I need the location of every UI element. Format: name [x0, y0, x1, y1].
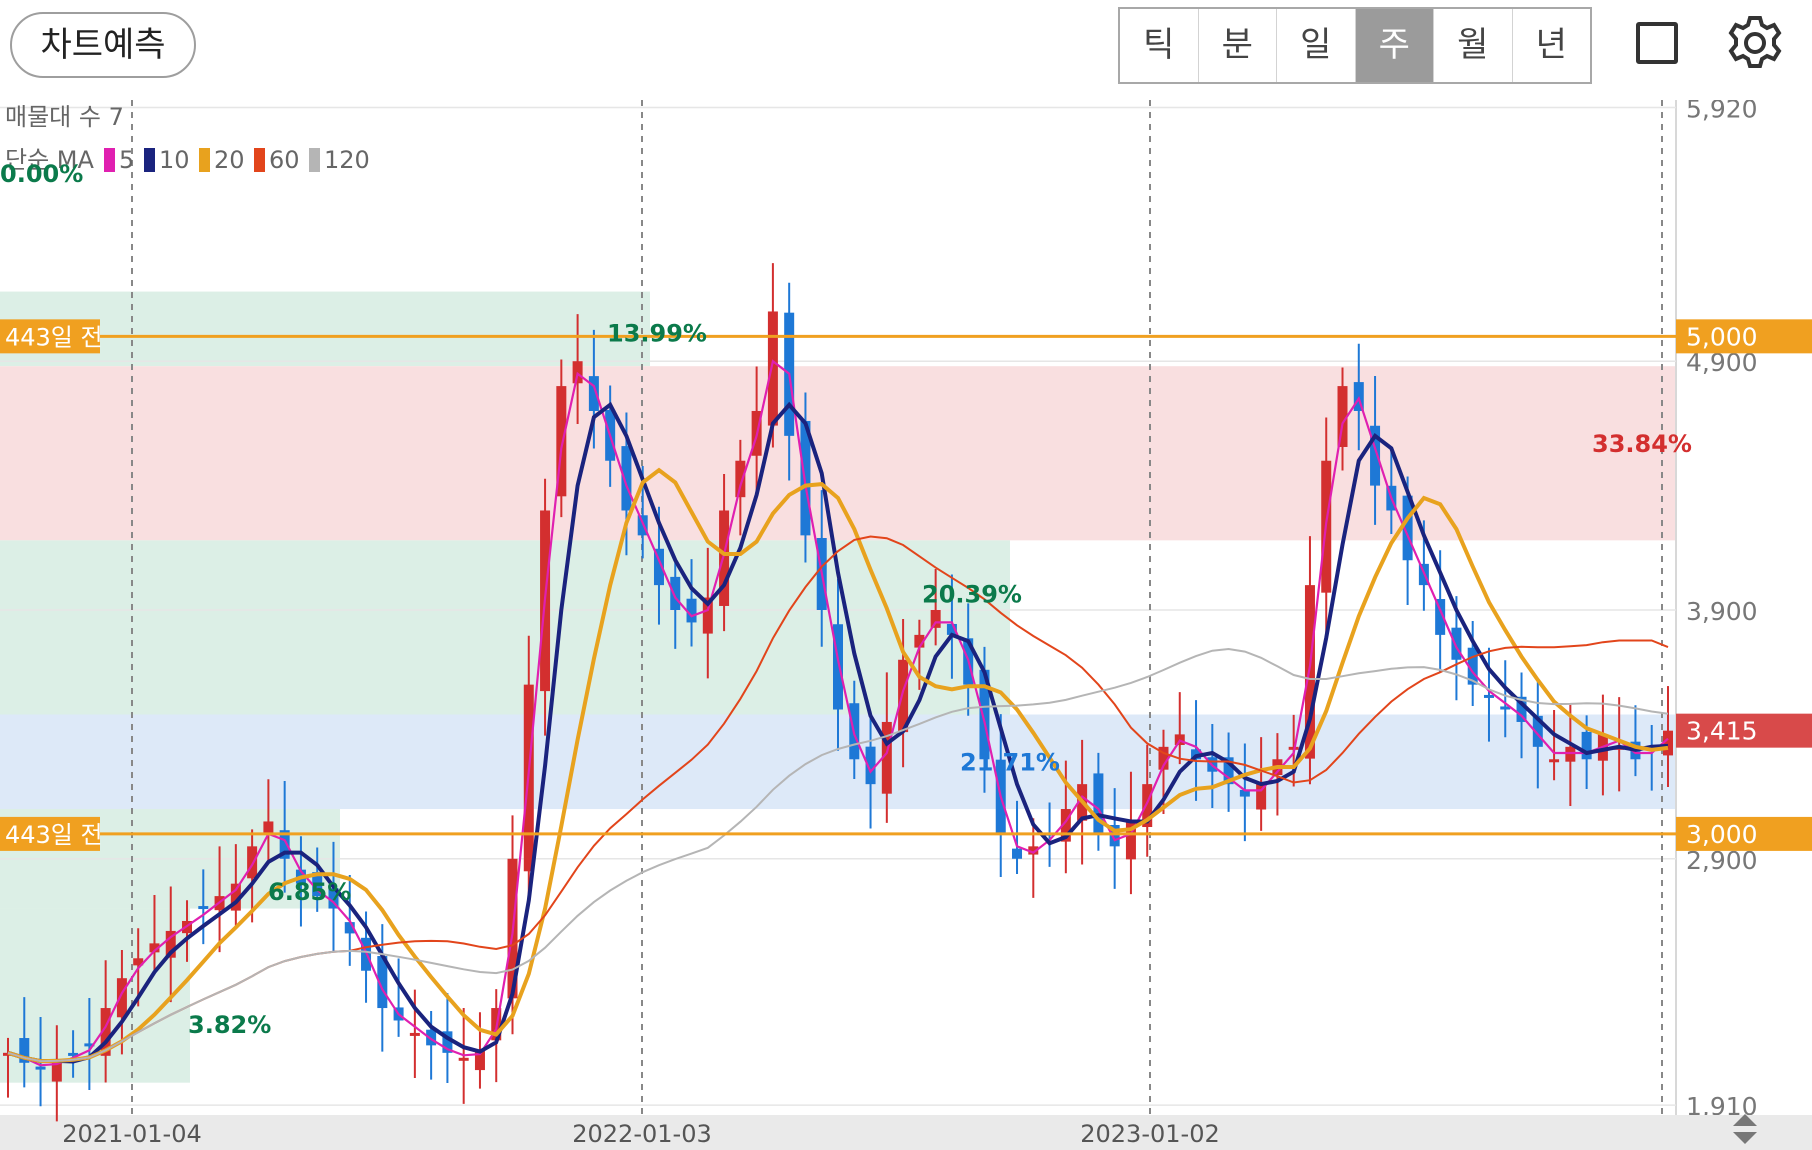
ma-legend-period: 120: [324, 146, 370, 174]
zone-pct-label: 20.39%: [922, 581, 1022, 609]
y-tick-label: 3,900: [1686, 597, 1758, 626]
zone-pct-label: 21.71%: [960, 748, 1060, 776]
period-selector: 틱분일주월년: [1118, 7, 1592, 84]
scroll-arrows-icon[interactable]: [1730, 1112, 1760, 1146]
candle-body: [930, 610, 941, 628]
period-tab-1[interactable]: 분: [1199, 9, 1277, 82]
candle-body: [670, 576, 681, 610]
zone-pct-label: 13.99%: [607, 319, 707, 347]
x-tick-label: 2023-01-02: [1080, 1120, 1219, 1148]
stock-chart[interactable]: 1,9102,9003,9004,9005,9202021-01-04 2022-…: [0, 100, 1812, 1150]
ma-legend-swatch: [254, 148, 265, 172]
ma-legend-period: 5: [119, 146, 134, 174]
x-axis-bar: [0, 1115, 1812, 1150]
zone-pct-label: 33.84%: [1592, 430, 1692, 458]
zone-pct-label: 3.82%: [188, 1011, 271, 1039]
candle-body: [409, 1032, 420, 1036]
fullscreen-icon[interactable]: [1636, 22, 1678, 64]
zone-pct-top: 0.00%: [0, 160, 83, 188]
ma-legend-swatch: [199, 148, 210, 172]
volume-profile-label: 매물대 수 7: [5, 103, 124, 131]
ma-legend-swatch: [309, 148, 320, 172]
ma-legend-period: 10: [159, 146, 190, 174]
period-tab-3[interactable]: 주: [1355, 9, 1434, 82]
zone-pct-label: 6.85%: [268, 878, 351, 906]
x-tick-label: 2021-01-04: [62, 1120, 201, 1148]
period-tab-2[interactable]: 일: [1277, 9, 1356, 82]
x-tick-label: 2022-01-03: [572, 1120, 711, 1148]
ma-legend-swatch: [104, 148, 115, 172]
level-label: 443일 전: [5, 821, 103, 849]
candle-body: [767, 311, 778, 426]
candle-body: [198, 906, 209, 910]
period-tab-4[interactable]: 월: [1434, 9, 1513, 82]
level-tag: 5,000: [1686, 322, 1758, 351]
candle-body: [458, 1057, 469, 1061]
candle-body: [735, 460, 746, 498]
level-tag: 3,000: [1686, 820, 1758, 849]
zone-band-1: [0, 366, 1676, 541]
candle-body: [1483, 694, 1494, 698]
candle-body: [1581, 731, 1592, 760]
zone-band-2: [0, 540, 1010, 715]
candle-body: [1012, 848, 1023, 859]
candle-body: [263, 821, 274, 834]
candle-body: [247, 846, 258, 879]
period-tab-5[interactable]: 년: [1513, 9, 1591, 82]
top-toolbar: 차트예측 틱분일주월년: [0, 0, 1812, 100]
current-price-tag: 3,415: [1686, 717, 1758, 746]
candle-body: [35, 1066, 46, 1070]
period-tab-0[interactable]: 틱: [1120, 9, 1199, 82]
chart-predict-button[interactable]: 차트예측: [10, 12, 196, 78]
ma-legend-period: 60: [269, 146, 300, 174]
candle-body: [116, 978, 127, 1018]
gear-icon[interactable]: [1726, 14, 1784, 72]
ma-legend-swatch: [144, 148, 155, 172]
candle-body: [1093, 773, 1104, 834]
candle-body: [1451, 627, 1462, 660]
candle-body: [1549, 759, 1560, 763]
y-tick-label: 5,920: [1686, 100, 1758, 123]
level-label: 443일 전: [5, 323, 103, 351]
candle-body: [572, 361, 583, 384]
candle-body: [1565, 746, 1576, 762]
ma-legend-period: 20: [214, 146, 245, 174]
